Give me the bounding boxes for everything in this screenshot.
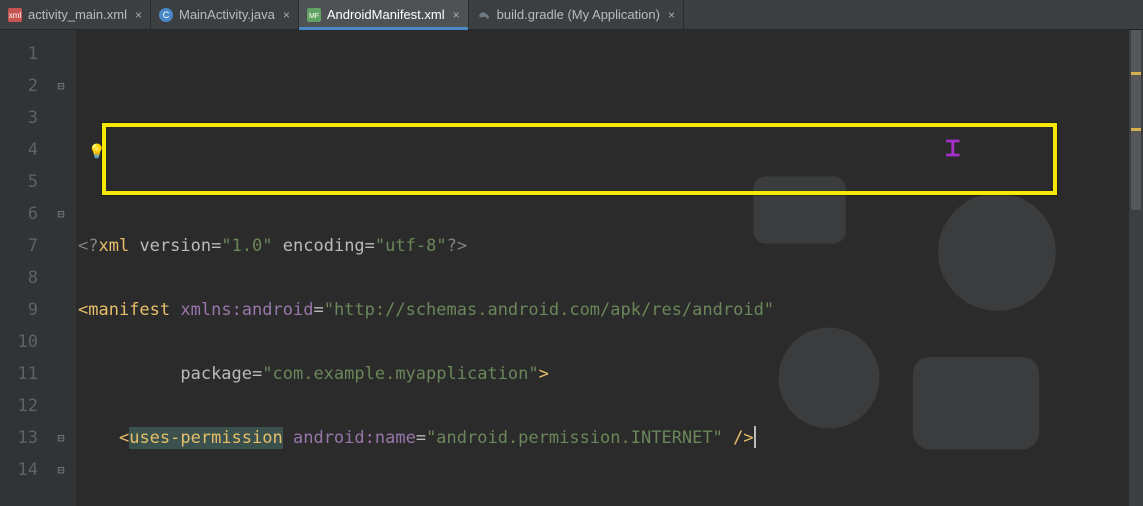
close-icon[interactable]: × — [668, 8, 675, 22]
vertical-scrollbar[interactable] — [1129, 30, 1143, 506]
line-gutter: 1 2 3 4 5 6 7 8 9 10 11 12 13 14 — [0, 30, 48, 506]
manifest-icon: MF — [307, 8, 321, 22]
code-token: "1.0" — [221, 236, 272, 256]
annotation-highlight-box — [102, 123, 1057, 195]
code-token: uses-permission — [129, 427, 283, 449]
editor: 1 2 3 4 5 6 7 8 9 10 11 12 13 14 ⊟ 💡 ⊟ ⊟… — [0, 30, 1143, 506]
svg-text:C: C — [163, 10, 170, 20]
tab-label: AndroidManifest.xml — [327, 7, 445, 22]
java-class-icon: C — [159, 8, 173, 22]
editor-tabs: xml activity_main.xml × C MainActivity.j… — [0, 0, 1143, 30]
line-number: 8 — [10, 262, 38, 294]
line-number: 5 — [10, 166, 38, 198]
warning-marker[interactable] — [1131, 128, 1141, 131]
fold-indicator-icon[interactable]: ⊟ — [54, 70, 68, 102]
fold-indicator-icon[interactable]: ⊟ — [54, 198, 68, 230]
svg-text:xml: xml — [9, 11, 22, 20]
code-token: manifest — [88, 300, 170, 320]
line-number: 1 — [10, 38, 38, 70]
code-token: android:name — [293, 428, 416, 448]
tab-activity-main[interactable]: xml activity_main.xml × — [0, 0, 151, 29]
line-number: 6 — [10, 198, 38, 230]
tab-label: MainActivity.java — [179, 7, 275, 22]
tab-android-manifest[interactable]: MF AndroidManifest.xml × — [299, 0, 469, 29]
line-number: 9 — [10, 294, 38, 326]
scrollbar-thumb[interactable] — [1131, 30, 1141, 210]
close-icon[interactable]: × — [283, 8, 290, 22]
line-number: 2 — [10, 70, 38, 102]
line-number: 7 — [10, 230, 38, 262]
gradle-icon — [477, 8, 491, 22]
fold-indicator-icon[interactable]: ⊟ — [54, 454, 68, 486]
line-number: 12 — [10, 390, 38, 422]
line-number: 4 — [10, 134, 38, 166]
warning-marker[interactable] — [1131, 72, 1141, 75]
xml-icon: xml — [8, 8, 22, 22]
tab-label: activity_main.xml — [28, 7, 127, 22]
tab-main-activity[interactable]: C MainActivity.java × — [151, 0, 299, 29]
svg-text:MF: MF — [309, 13, 319, 20]
code-token: package — [180, 364, 252, 384]
text-cursor-icon: Ꮖ — [946, 134, 960, 166]
code-token: "com.example.myapplication" — [262, 364, 538, 384]
code-token: "android.permission.INTERNET" — [426, 428, 723, 448]
close-icon[interactable]: × — [135, 8, 142, 22]
line-number: 3 — [10, 102, 38, 134]
code-token: "utf-8" — [375, 236, 447, 256]
line-number: 11 — [10, 358, 38, 390]
fold-indicator-icon[interactable]: ⊟ — [54, 422, 68, 454]
gutter-margin: ⊟ 💡 ⊟ ⊟ ⊟ — [48, 30, 76, 506]
code-token: "http://schemas.android.com/apk/res/andr… — [324, 300, 774, 320]
code-token: version — [139, 236, 211, 256]
code-area[interactable]: Ꮖ <?xml version="1.0" encoding="utf-8"?>… — [76, 30, 1143, 506]
line-number: 13 — [10, 422, 38, 454]
code-token: encoding — [283, 236, 365, 256]
tab-build-gradle[interactable]: build.gradle (My Application) × — [469, 0, 684, 29]
close-icon[interactable]: × — [453, 8, 460, 22]
line-number: 10 — [10, 326, 38, 358]
line-number: 14 — [10, 454, 38, 486]
tab-label: build.gradle (My Application) — [497, 7, 660, 22]
code-token: xmlns:android — [180, 300, 313, 320]
caret — [754, 426, 756, 448]
intention-bulb-icon[interactable]: 💡 — [88, 136, 105, 168]
